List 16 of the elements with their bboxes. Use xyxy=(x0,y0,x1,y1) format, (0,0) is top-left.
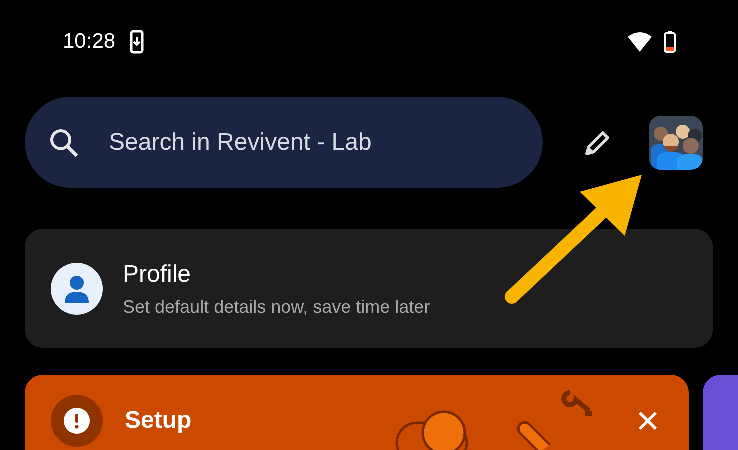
profile-subtitle: Set default details now, save time later xyxy=(123,296,430,318)
search-field[interactable]: Search in Revivent - Lab xyxy=(25,97,543,188)
search-icon xyxy=(49,128,79,158)
close-button[interactable] xyxy=(637,410,659,432)
setup-card[interactable]: Setup xyxy=(25,375,689,450)
profile-card[interactable]: Profile Set default details now, save time later xyxy=(25,229,713,348)
account-avatar[interactable] xyxy=(649,116,703,170)
wifi-icon xyxy=(628,32,652,52)
profile-title: Profile xyxy=(123,260,192,290)
battery-icon xyxy=(664,31,676,53)
setup-title: Setup xyxy=(125,406,192,436)
phone-download-icon xyxy=(130,30,144,54)
alert-icon xyxy=(51,395,103,447)
close-icon xyxy=(637,410,659,432)
person-icon xyxy=(51,262,103,314)
status-time: 10:28 xyxy=(63,29,116,56)
